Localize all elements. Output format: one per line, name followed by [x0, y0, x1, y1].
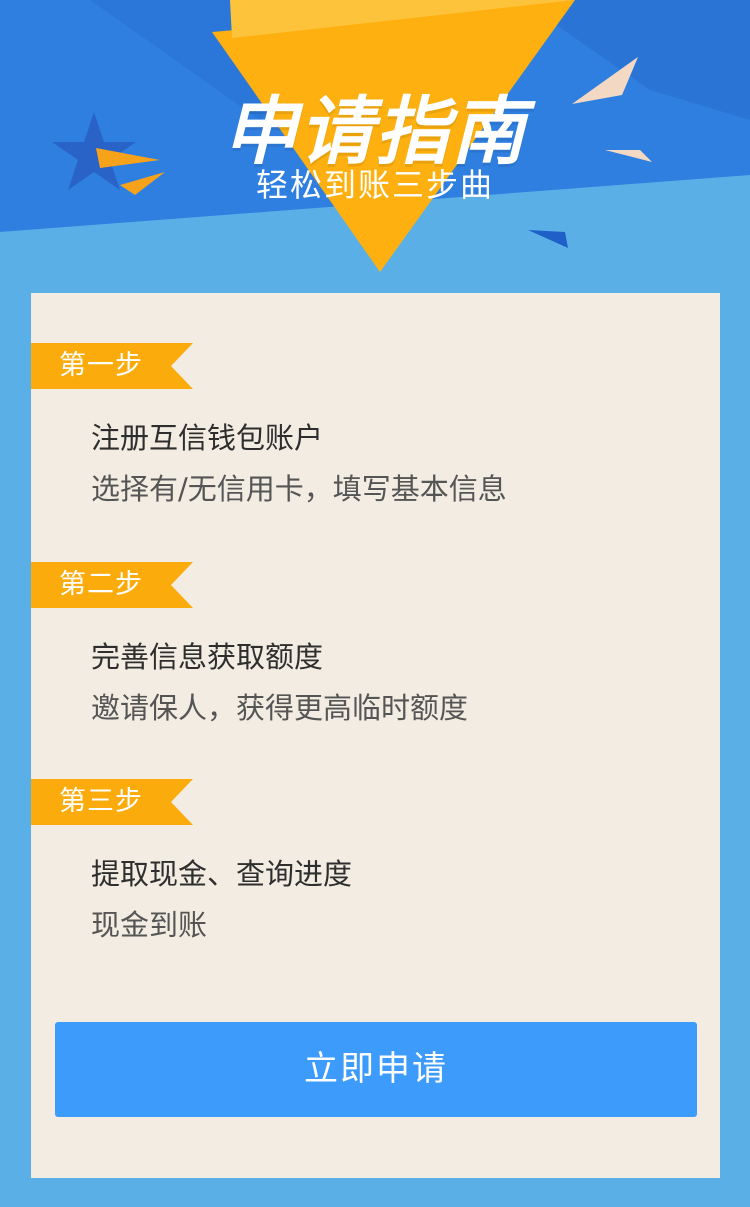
step-tag: 第一步 — [31, 343, 193, 389]
step-description: 选择有/无信用卡，填写基本信息 — [91, 472, 507, 506]
step-title: 完善信息获取额度 — [91, 640, 324, 674]
step-tag-label: 第三步 — [59, 786, 143, 817]
step-tag-label: 第二步 — [59, 569, 143, 600]
step-title: 提取现金、查询进度 — [91, 857, 353, 891]
step-description: 邀请保人，获得更高临时额度 — [91, 691, 469, 725]
step-tag: 第二步 — [31, 562, 193, 608]
step-title: 注册互信钱包账户 — [91, 421, 324, 455]
step-tag: 第三步 — [31, 779, 193, 825]
apply-now-button[interactable]: 立即申请 — [55, 1022, 697, 1117]
hero-banner: 申请指南 轻松到账三步曲 — [0, 0, 750, 300]
guide-card: 第一步 注册互信钱包账户 选择有/无信用卡，填写基本信息 第二步 完善信息获取额… — [31, 293, 720, 1178]
page-subtitle: 轻松到账三步曲 — [255, 166, 494, 204]
step-description: 现金到账 — [91, 908, 208, 942]
paper-plane-blue-icon — [528, 230, 568, 248]
step-tag-label: 第一步 — [59, 350, 143, 381]
